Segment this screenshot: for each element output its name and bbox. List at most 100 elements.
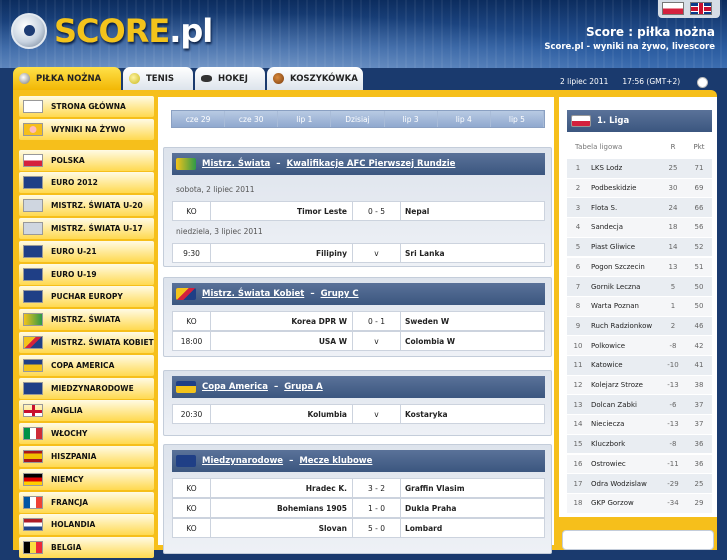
league-title: 1. Liga bbox=[597, 116, 630, 126]
date-tab[interactable]: Dzisiaj bbox=[331, 111, 385, 127]
league-row[interactable]: 12 Kolejarz Stroze -13 38 bbox=[567, 374, 712, 395]
competition-header[interactable]: Mistrz. Świata – Kwalifikacje AFC Pierwsze… bbox=[172, 153, 545, 175]
match-time: 9:30 bbox=[173, 244, 211, 262]
site-logo[interactable]: SCORE.pl bbox=[54, 12, 213, 50]
league-row[interactable]: 8 Warta Poznan 1 50 bbox=[567, 295, 712, 316]
match-row[interactable]: 18:00 USA Wv Colombia W bbox=[172, 331, 545, 351]
tab-basketball[interactable]: KOSZYKÓWKA bbox=[267, 67, 363, 90]
stage-link[interactable]: Kwalifikacje AFC Pierwszej Rundzie bbox=[287, 159, 456, 169]
competition-header[interactable]: Copa America – Grupa A bbox=[172, 376, 545, 398]
league-row[interactable]: 14 Nieciecza -13 37 bbox=[567, 414, 712, 434]
competition-link[interactable]: Mistrz. Świata Kobiet bbox=[202, 289, 304, 299]
sidebar-item-live[interactable]: WYNIKI NA ŻYWO bbox=[19, 118, 154, 140]
points: 71 bbox=[694, 164, 704, 173]
league-row[interactable]: 9 Ruch Radzionkow 2 46 bbox=[567, 315, 712, 336]
match-row[interactable]: KO Bohemians 1905 1 - 0 Dukla Praha bbox=[172, 498, 545, 518]
sidebar-item-w-ochy[interactable]: WŁOCHY bbox=[19, 423, 154, 445]
league-row[interactable]: 10 Polkowice -8 42 bbox=[567, 335, 712, 355]
sidebar-item-home[interactable]: STRONA GŁÓWNA bbox=[19, 96, 154, 117]
date-tab[interactable]: lip 1 bbox=[278, 111, 332, 127]
home-team: Bohemians 1905 bbox=[211, 499, 353, 517]
competition-header[interactable]: Mistrz. Świata Kobiet – Grupy C bbox=[172, 283, 545, 305]
sidebar-item-niemcy[interactable]: NIEMCY bbox=[19, 468, 154, 490]
sidebar-item-mistrz-wiata-kobiet[interactable]: MISTRZ. ŚWIATA KOBIET bbox=[19, 331, 154, 353]
sidebar-item-holandia[interactable]: HOLANDIA bbox=[19, 514, 154, 536]
date-tab[interactable]: cze 29 bbox=[172, 111, 226, 127]
sidebar-item-mistrz-wiata[interactable]: MISTRZ. ŚWIATA bbox=[19, 309, 154, 331]
goal-diff: 18 bbox=[668, 223, 678, 232]
sidebar-item-label: POLSKA bbox=[51, 155, 85, 165]
date-tab[interactable]: cze 30 bbox=[225, 111, 279, 127]
home-team: USA W bbox=[211, 332, 353, 350]
uefa-icon bbox=[23, 267, 43, 281]
tab-tennis[interactable]: TENIS bbox=[123, 67, 193, 90]
competition-link[interactable]: Miedzynarodowe bbox=[202, 456, 283, 466]
tab-label: KOSZYKÓWKA bbox=[290, 73, 358, 84]
league-header[interactable]: 1. Liga bbox=[567, 110, 712, 132]
match-time: 18:00 bbox=[173, 332, 211, 350]
match-row[interactable]: 9:30 Filipiny v Sri Lanka bbox=[172, 243, 545, 263]
league-row[interactable]: 1 LKS Lodz 25 71 bbox=[567, 158, 712, 178]
match-row[interactable]: KO Hradec K. 3 - 2 Graffin Vlasim bbox=[172, 478, 545, 498]
league-row[interactable]: 5 Piast Gliwice 14 52 bbox=[567, 236, 712, 257]
league-row[interactable]: 18 GKP Gorzow -34 29 bbox=[567, 492, 712, 513]
league-row[interactable]: 3 Flota S. 24 66 bbox=[567, 197, 712, 218]
sidebar-item-belgia[interactable]: BELGIA bbox=[19, 537, 154, 559]
match-row[interactable]: KO Korea DPR W0 - 1 Sweden W bbox=[172, 311, 545, 331]
stage-link[interactable]: Grupa A bbox=[284, 382, 323, 392]
points: 37 bbox=[694, 420, 704, 429]
womens-worldcup-icon bbox=[176, 288, 196, 300]
tab-football[interactable]: PIŁKA NOŻNA bbox=[13, 67, 121, 90]
uk-flag-icon[interactable] bbox=[690, 2, 712, 15]
sidebar-item-puchar-europy[interactable]: PUCHAR EUROPY bbox=[19, 286, 154, 308]
stage-link[interactable]: Mecze klubowe bbox=[299, 456, 372, 466]
sidebar-item-miedzynarodowe[interactable]: MIEDZYNARODOWE bbox=[19, 377, 154, 399]
points: 41 bbox=[694, 361, 704, 370]
competition-header[interactable]: Miedzynarodowe – Mecze klubowe bbox=[172, 450, 545, 472]
position: 2 bbox=[575, 184, 581, 193]
fifa-icon bbox=[23, 199, 43, 213]
worldcup-icon bbox=[23, 313, 43, 327]
sidebar-item-polska[interactable]: POLSKA bbox=[19, 149, 154, 171]
sidebar-item-euro-2012[interactable]: EURO 2012 bbox=[19, 172, 154, 194]
sidebar-item-mistrz-wiata-u-17[interactable]: MISTRZ. ŚWIATA U-17 bbox=[19, 217, 154, 239]
league-row[interactable]: 15 Kluczbork -8 36 bbox=[567, 433, 712, 454]
home-team: Hradec K. bbox=[211, 479, 353, 497]
league-row[interactable]: 7 Gornik Leczna 5 50 bbox=[567, 276, 712, 296]
match-score: v bbox=[353, 244, 401, 262]
sidebar-item-mistrz-wiata-u-20[interactable]: MISTRZ. ŚWIATA U-20 bbox=[19, 195, 154, 217]
stage-link[interactable]: Grupy C bbox=[321, 289, 359, 299]
league-row[interactable]: 2 Podbeskidzie 30 69 bbox=[567, 177, 712, 198]
date-tab[interactable]: lip 5 bbox=[491, 111, 544, 127]
league-row[interactable]: 17 Odra Wodzislaw -29 25 bbox=[567, 473, 712, 493]
date-tab[interactable]: lip 4 bbox=[438, 111, 491, 127]
league-row[interactable]: 13 Dolcan Zabki -6 37 bbox=[567, 394, 712, 415]
current-time: 17:56 (GMT+2) bbox=[622, 77, 681, 86]
competition-link[interactable]: Mistrz. Świata bbox=[202, 159, 270, 169]
clock-icon[interactable] bbox=[697, 77, 708, 88]
competition-link[interactable]: Copa America bbox=[202, 382, 268, 392]
league-row[interactable]: 16 Ostrowiec -11 36 bbox=[567, 453, 712, 474]
language-switcher bbox=[658, 0, 720, 18]
match-time: 20:30 bbox=[173, 405, 211, 423]
logo-ball-icon[interactable] bbox=[11, 13, 47, 49]
sidebar-item-label: HOLANDIA bbox=[51, 520, 96, 530]
international-icon bbox=[23, 381, 43, 395]
date-tab[interactable]: lip 3 bbox=[385, 111, 438, 127]
match-row[interactable]: 20:30 Kolumbia v Kostaryka bbox=[172, 404, 545, 424]
sidebar-item-hiszpania[interactable]: HISZPANIA bbox=[19, 445, 154, 467]
league-row[interactable]: 4 Sandecja 18 56 bbox=[567, 217, 712, 237]
league-row[interactable]: 11 Katowice -10 41 bbox=[567, 355, 712, 375]
match-row[interactable]: KO Timor Leste 0 - 5 Nepal bbox=[172, 201, 545, 221]
sidebar-item-euro-u-21[interactable]: EURO U-21 bbox=[19, 240, 154, 262]
sidebar-item-copa-america[interactable]: COPA AMERICA bbox=[19, 354, 154, 376]
match-row[interactable]: KO Slovan 5 - 0 Lombard bbox=[172, 518, 545, 538]
pl-flag-icon[interactable] bbox=[662, 2, 684, 15]
goal-diff: 13 bbox=[668, 262, 678, 271]
sidebar-item-francja[interactable]: FRANCJA bbox=[19, 491, 154, 513]
league-row[interactable]: 6 Pogon Szczecin 13 51 bbox=[567, 256, 712, 277]
sidebar-item-euro-u-19[interactable]: EURO U-19 bbox=[19, 263, 154, 285]
sidebar-item-anglia[interactable]: ANGLIA bbox=[19, 400, 154, 422]
team-name: Warta Poznan bbox=[591, 302, 639, 311]
tab-hockey[interactable]: HOKEJ bbox=[195, 67, 265, 90]
